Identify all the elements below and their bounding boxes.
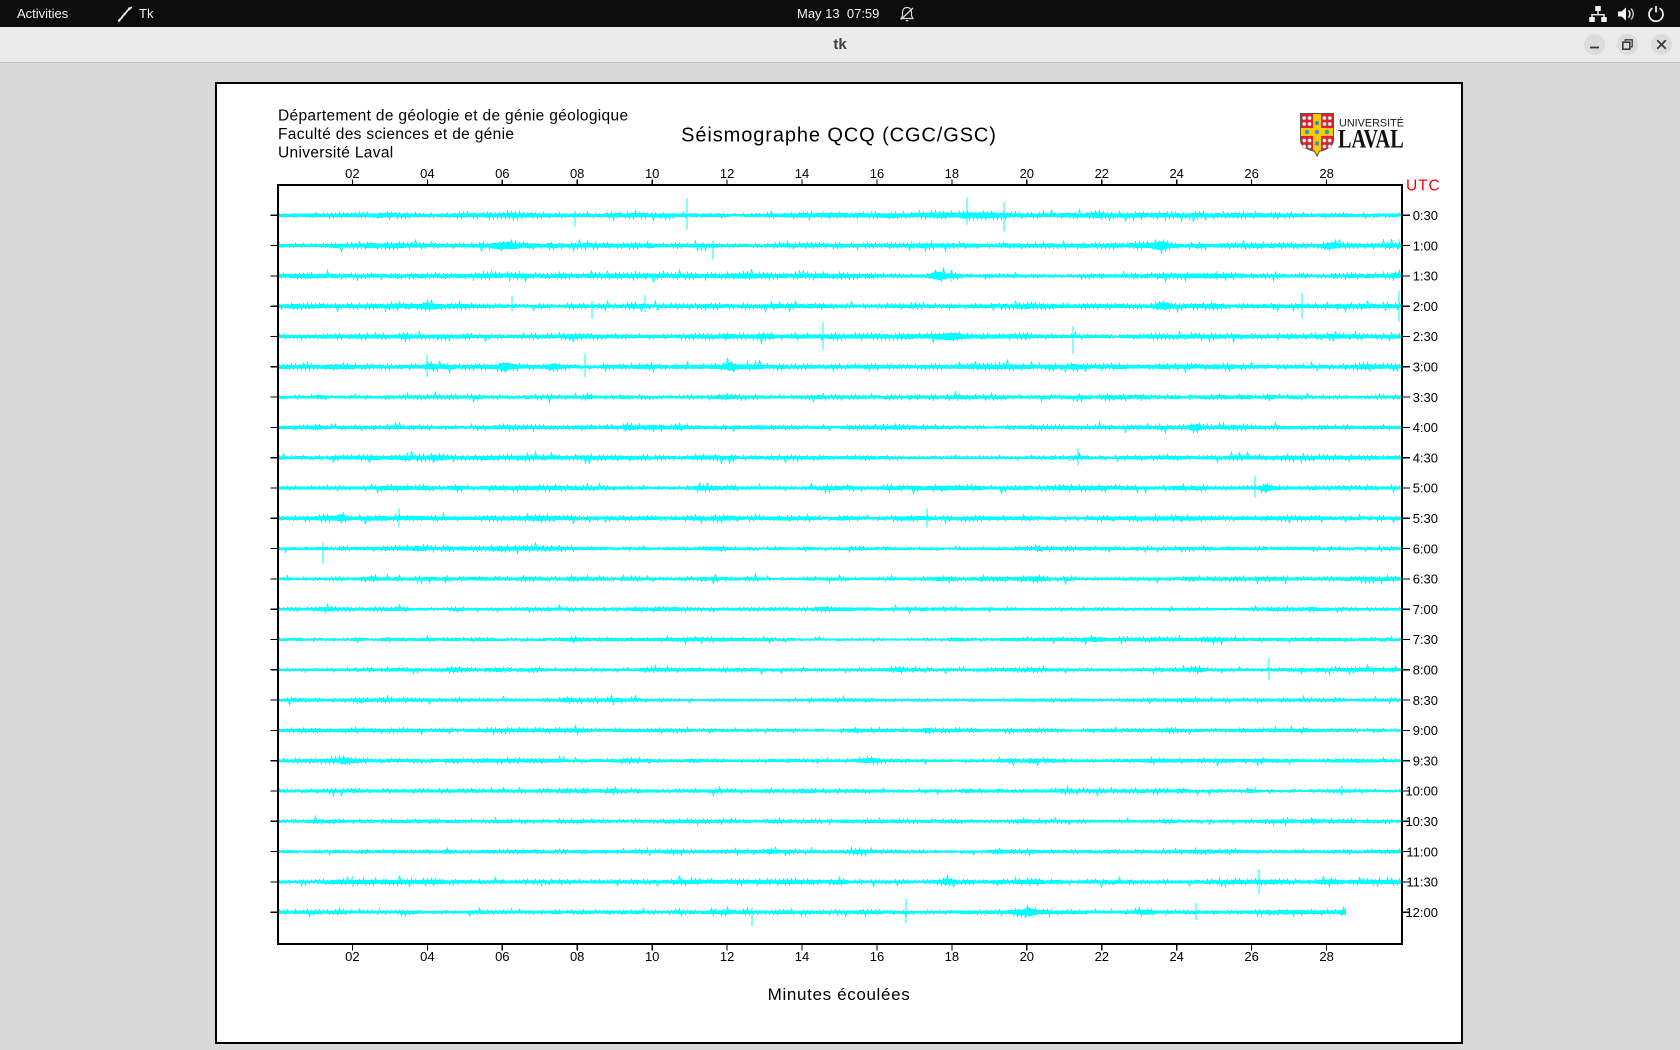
svg-text:9:00: 9:00 (1413, 723, 1438, 738)
svg-text:LAVAL: LAVAL (1338, 125, 1404, 154)
svg-text:24: 24 (1169, 949, 1183, 964)
svg-text:12: 12 (720, 166, 734, 181)
svg-text:06: 06 (495, 949, 509, 964)
svg-text:10: 10 (645, 949, 659, 964)
svg-text:2:30: 2:30 (1413, 329, 1438, 344)
svg-text:3:30: 3:30 (1413, 390, 1438, 405)
svg-text:8:30: 8:30 (1413, 693, 1438, 708)
svg-text:12:00: 12:00 (1405, 905, 1438, 920)
svg-text:22: 22 (1095, 166, 1109, 181)
svg-text:12: 12 (720, 949, 734, 964)
svg-text:04: 04 (420, 166, 434, 181)
svg-text:6:00: 6:00 (1413, 541, 1438, 556)
svg-text:28: 28 (1319, 949, 1333, 964)
svg-text:24: 24 (1169, 166, 1183, 181)
svg-text:16: 16 (870, 166, 884, 181)
svg-text:0:30: 0:30 (1413, 208, 1438, 223)
svg-text:Département de géologie et de: Département de géologie et de génie géol… (278, 108, 628, 125)
svg-text:Séismographe QCQ (CGC/GSC): Séismographe QCQ (CGC/GSC) (681, 125, 997, 147)
svg-text:26: 26 (1244, 949, 1258, 964)
svg-text:02: 02 (345, 949, 359, 964)
svg-text:14: 14 (795, 949, 809, 964)
svg-text:9:30: 9:30 (1413, 753, 1438, 768)
svg-text:5:00: 5:00 (1413, 481, 1438, 496)
svg-text:4:30: 4:30 (1413, 450, 1438, 465)
svg-text:Minutes écoulées: Minutes écoulées (768, 985, 911, 1004)
svg-text:11:30: 11:30 (1406, 875, 1438, 890)
svg-text:5:30: 5:30 (1413, 511, 1438, 526)
svg-text:06: 06 (495, 166, 509, 181)
svg-text:Faculté des sciences et de gén: Faculté des sciences et de génie (278, 126, 514, 143)
svg-text:1:30: 1:30 (1413, 269, 1438, 284)
svg-text:18: 18 (945, 949, 959, 964)
svg-text:10: 10 (645, 166, 659, 181)
svg-text:7:30: 7:30 (1413, 632, 1438, 647)
svg-text:08: 08 (570, 949, 584, 964)
svg-text:4:00: 4:00 (1413, 420, 1438, 435)
svg-text:02: 02 (345, 166, 359, 181)
svg-text:28: 28 (1319, 166, 1333, 181)
svg-text:Université Laval: Université Laval (278, 144, 394, 161)
svg-text:20: 20 (1020, 166, 1034, 181)
svg-text:11:00: 11:00 (1406, 844, 1438, 859)
svg-text:16: 16 (870, 949, 884, 964)
svg-text:1:00: 1:00 (1413, 238, 1438, 253)
svg-text:10:00: 10:00 (1405, 784, 1438, 799)
svg-text:26: 26 (1244, 166, 1258, 181)
svg-text:7:00: 7:00 (1413, 602, 1438, 617)
svg-text:04: 04 (420, 949, 434, 964)
svg-text:14: 14 (795, 166, 809, 181)
svg-text:08: 08 (570, 166, 584, 181)
svg-text:10:30: 10:30 (1405, 814, 1438, 829)
svg-text:3:00: 3:00 (1413, 360, 1438, 375)
svg-text:2:00: 2:00 (1413, 299, 1438, 314)
svg-text:UTC: UTC (1406, 178, 1441, 195)
svg-text:8:00: 8:00 (1413, 663, 1438, 678)
svg-text:20: 20 (1020, 949, 1034, 964)
svg-text:22: 22 (1095, 949, 1109, 964)
svg-text:6:30: 6:30 (1413, 572, 1438, 587)
svg-text:18: 18 (945, 166, 959, 181)
